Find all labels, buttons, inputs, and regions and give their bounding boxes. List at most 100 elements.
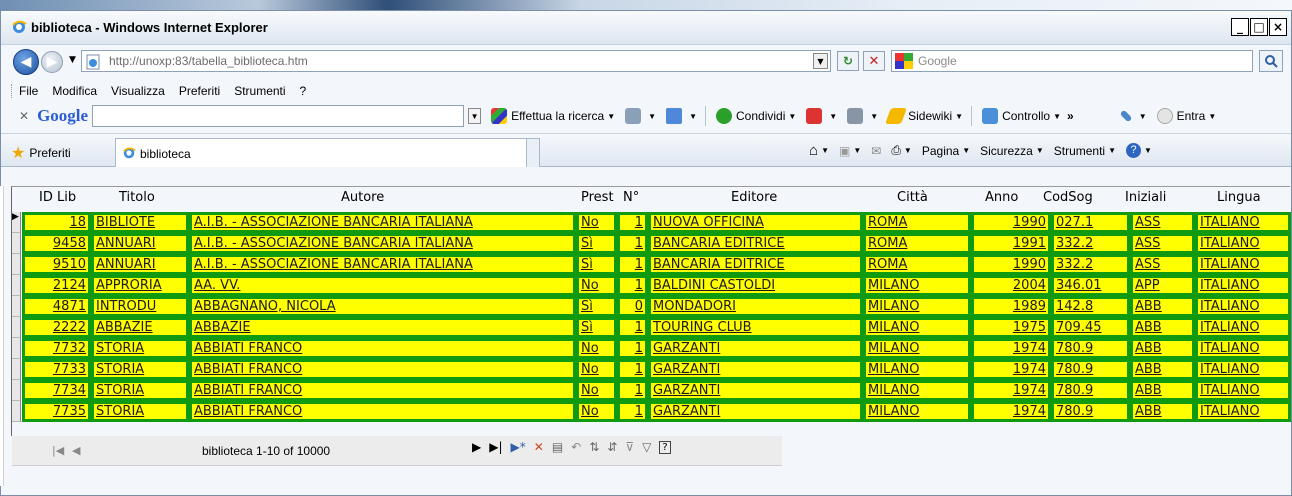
previous-record-icon[interactable]: ◀ xyxy=(72,444,80,457)
cell-iniziali[interactable]: ABB xyxy=(1130,401,1195,422)
cell-iniziali[interactable]: ASS xyxy=(1130,212,1195,233)
condividi-button[interactable]: Condividi ▼ xyxy=(716,108,796,124)
cell-codsog[interactable]: 780.9 xyxy=(1051,401,1130,422)
col-header-editore[interactable]: Editore xyxy=(731,190,777,205)
cell-anno[interactable]: 1974 xyxy=(971,359,1051,380)
google-search-field[interactable] xyxy=(92,105,465,127)
cell-id[interactable]: 9458 xyxy=(22,233,91,254)
col-header-n[interactable]: N° xyxy=(623,190,639,205)
row-selector[interactable] xyxy=(12,296,21,317)
cell-n[interactable]: 1 xyxy=(617,212,648,233)
popup-blocker-button[interactable]: ▼ xyxy=(806,108,837,124)
col-header-iniziali[interactable]: Iniziali xyxy=(1125,190,1166,205)
filter-selection-icon[interactable]: ⊽ xyxy=(625,440,634,454)
col-header-codsog[interactable]: CodSog xyxy=(1043,190,1093,205)
col-header-lingua[interactable]: Lingua xyxy=(1217,190,1261,205)
row-selector[interactable] xyxy=(12,275,21,296)
cell-id[interactable]: 7733 xyxy=(22,359,91,380)
cell-prest[interactable]: No xyxy=(576,380,617,401)
cell-lingua[interactable]: ITALIANO xyxy=(1195,296,1291,317)
cell-codsog[interactable]: 780.9 xyxy=(1051,359,1130,380)
cell-titolo[interactable]: ABBAZIE xyxy=(91,317,189,338)
cell-codsog[interactable]: 142.8 xyxy=(1051,296,1130,317)
home-button[interactable]: ⌂ ▼ xyxy=(809,142,829,159)
cell-citta[interactable]: MILANO xyxy=(863,296,971,317)
window-tools-button[interactable]: ▼ xyxy=(847,108,878,124)
google-search-dropdown-icon[interactable]: ▼ xyxy=(468,108,482,124)
row-selector[interactable] xyxy=(12,380,21,401)
cell-editore[interactable]: BALDINI CASTOLDI xyxy=(648,275,863,296)
cell-iniziali[interactable]: ABB xyxy=(1130,296,1195,317)
col-header-titolo[interactable]: Titolo xyxy=(119,190,155,205)
cell-editore[interactable]: GARZANTI xyxy=(648,338,863,359)
entra-button[interactable]: Entra ▼ xyxy=(1156,108,1216,124)
help-button[interactable]: ? ▼ xyxy=(1126,143,1152,158)
cell-n[interactable]: 1 xyxy=(617,338,648,359)
cell-codsog[interactable]: 346.01 xyxy=(1051,275,1130,296)
cell-anno[interactable]: 2004 xyxy=(971,275,1051,296)
maximize-button[interactable]: □ xyxy=(1250,18,1268,36)
last-record-icon[interactable]: ▶| xyxy=(489,440,502,454)
cell-prest[interactable]: No xyxy=(576,401,617,422)
mail-button[interactable]: ✉ xyxy=(871,144,881,158)
cell-lingua[interactable]: ITALIANO xyxy=(1195,254,1291,275)
history-dropdown-icon[interactable]: ▼ xyxy=(69,55,76,65)
cell-codsog[interactable]: 027.1 xyxy=(1051,212,1130,233)
row-selector[interactable]: ▶ xyxy=(12,212,21,233)
cell-titolo[interactable]: STORIA xyxy=(91,401,189,422)
cell-autore[interactable]: ABBAZIE xyxy=(189,317,576,338)
cell-iniziali[interactable]: APP xyxy=(1130,275,1195,296)
cell-iniziali[interactable]: ASS xyxy=(1130,254,1195,275)
next-record-icon[interactable]: ▶ xyxy=(472,440,481,454)
cell-autore[interactable]: A.I.B. - ASSOCIAZIONE BANCARIA ITALIANA xyxy=(189,233,576,254)
help-record-icon[interactable]: ? xyxy=(659,440,671,454)
table-row[interactable]: 7734 STORIA ABBIATI FRANCO No 1 GARZANTI MILAN… xyxy=(12,380,1291,401)
cell-citta[interactable]: ROMA xyxy=(863,233,971,254)
cell-n[interactable]: 1 xyxy=(617,233,648,254)
address-dropdown-icon[interactable]: ▼ xyxy=(813,53,828,69)
search-icon[interactable] xyxy=(1259,50,1283,72)
cell-citta[interactable]: MILANO xyxy=(863,359,971,380)
cell-n[interactable]: 1 xyxy=(617,317,648,338)
cell-titolo[interactable]: INTRODU xyxy=(91,296,189,317)
table-row[interactable]: 7735 STORIA ABBIATI FRANCO No 1 GARZANTI MILAN… xyxy=(12,401,1291,422)
cell-prest[interactable]: No xyxy=(576,275,617,296)
table-row[interactable]: 9458 ANNUARI A.I.B. - ASSOCIAZIONE BANCARI… xyxy=(12,233,1291,254)
sort-desc-icon[interactable]: ⇵ xyxy=(607,440,617,454)
cell-anno[interactable]: 1974 xyxy=(971,380,1051,401)
cell-anno[interactable]: 1991 xyxy=(971,233,1051,254)
cell-iniziali[interactable]: ABB xyxy=(1130,359,1195,380)
cell-autore[interactable]: ABBIATI FRANCO xyxy=(189,401,576,422)
filter-icon[interactable]: ▽ xyxy=(642,440,651,454)
cell-editore[interactable]: BANCARIA EDITRICE xyxy=(648,233,863,254)
search-input[interactable]: Google xyxy=(891,50,1253,72)
col-header-citta[interactable]: Città xyxy=(897,190,928,205)
controllo-button[interactable]: Controllo ▼ » xyxy=(982,108,1074,124)
more-icon[interactable]: » xyxy=(1067,109,1074,123)
row-selector[interactable] xyxy=(12,338,21,359)
cell-lingua[interactable]: ITALIANO xyxy=(1195,338,1291,359)
table-row[interactable]: 7733 STORIA ABBIATI FRANCO No 1 GARZANTI MILAN… xyxy=(12,359,1291,380)
refresh-icon[interactable]: ↻ xyxy=(837,51,859,71)
cell-id[interactable]: 7735 xyxy=(22,401,91,422)
close-toolbar-icon[interactable]: ✕ xyxy=(19,109,29,123)
menu-file[interactable]: File xyxy=(19,84,38,98)
cell-codsog[interactable]: 709.45 xyxy=(1051,317,1130,338)
new-tab-button[interactable] xyxy=(526,138,540,167)
cell-titolo[interactable]: STORIA xyxy=(91,380,189,401)
strumenti-menu[interactable]: Strumenti ▼ xyxy=(1054,144,1116,158)
table-row[interactable]: ▶ 18 BIBLIOTE A.I.B. - ASSOCIAZIONE BANCARI… xyxy=(12,212,1291,233)
cell-editore[interactable]: NUOVA OFFICINA xyxy=(648,212,863,233)
cell-lingua[interactable]: ITALIANO xyxy=(1195,380,1291,401)
cell-citta[interactable]: MILANO xyxy=(863,338,971,359)
menu-preferiti[interactable]: Preferiti xyxy=(179,84,220,98)
cell-prest[interactable]: Sì xyxy=(576,233,617,254)
menu-help[interactable]: ? xyxy=(300,84,307,98)
sort-asc-icon[interactable]: ⇅ xyxy=(589,440,599,454)
table-row[interactable]: 2222 ABBAZIE ABBAZIE Sì 1 TOURING CLUB MILANO 1… xyxy=(12,317,1291,338)
sicurezza-menu[interactable]: Sicurezza ▼ xyxy=(980,144,1044,158)
cell-id[interactable]: 7734 xyxy=(22,380,91,401)
cell-titolo[interactable]: STORIA xyxy=(91,359,189,380)
col-header-prest[interactable]: Prest xyxy=(581,190,614,205)
cell-iniziali[interactable]: ABB xyxy=(1130,338,1195,359)
